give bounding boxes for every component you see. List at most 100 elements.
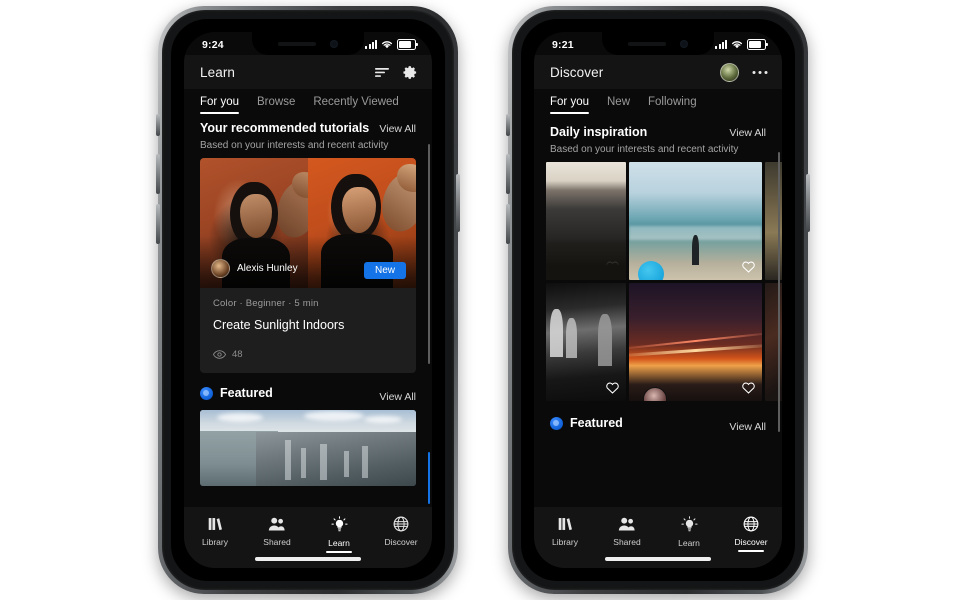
section-subtitle: Based on your interests and recent activ… bbox=[550, 144, 739, 155]
lightbulb-icon bbox=[680, 516, 698, 532]
content-scrollbar[interactable] bbox=[427, 144, 430, 364]
app-bar-actions bbox=[374, 65, 418, 80]
featured-section-header: Featured View All bbox=[184, 373, 432, 403]
featured-title: Featured bbox=[220, 386, 273, 400]
nav-label: Shared bbox=[613, 537, 641, 547]
tab-recently-viewed[interactable]: Recently Viewed bbox=[313, 95, 398, 114]
page-title: Discover bbox=[550, 64, 604, 80]
battery-icon bbox=[747, 39, 768, 50]
building bbox=[344, 451, 350, 478]
mute-switch[interactable] bbox=[156, 114, 160, 136]
nav-shared[interactable]: Shared bbox=[246, 516, 308, 547]
tab-browse[interactable]: Browse bbox=[257, 95, 295, 114]
notch bbox=[252, 32, 364, 55]
tutorial-title: Create Sunlight Indoors bbox=[213, 318, 345, 332]
avatar[interactable] bbox=[643, 387, 667, 401]
sort-filter-icon[interactable] bbox=[374, 65, 390, 79]
heart-icon[interactable] bbox=[742, 261, 755, 273]
home-indicator[interactable] bbox=[605, 557, 711, 561]
tutorial-author[interactable]: Alexis Hunley bbox=[211, 259, 298, 278]
avatar bbox=[211, 259, 230, 278]
view-all-link[interactable]: View All bbox=[729, 127, 766, 139]
views-count: 48 bbox=[232, 349, 243, 360]
featured-image-city[interactable] bbox=[200, 409, 416, 486]
view-all-link[interactable]: View All bbox=[379, 123, 416, 135]
photo-street-bw[interactable] bbox=[546, 283, 626, 401]
heart-icon[interactable] bbox=[606, 261, 619, 273]
content-scrollbar[interactable] bbox=[777, 152, 780, 432]
nav-discover[interactable]: Discover bbox=[370, 516, 432, 547]
recommended-section-header: Your recommended tutorials View All bbox=[184, 114, 432, 135]
status-time: 9:24 bbox=[202, 38, 224, 51]
photo-night-lights[interactable] bbox=[629, 283, 762, 401]
tutorial-card[interactable]: Alexis Hunley New Color · Beginner · 5 m… bbox=[200, 158, 416, 373]
nav-learn[interactable]: Learn bbox=[658, 516, 720, 548]
tab-following[interactable]: Following bbox=[648, 95, 697, 114]
gear-icon[interactable] bbox=[403, 65, 418, 80]
nav-library[interactable]: Library bbox=[184, 516, 246, 547]
featured-section-header: Featured View All bbox=[534, 401, 782, 433]
pedestrian bbox=[566, 318, 577, 359]
featured-title-group: Featured bbox=[200, 386, 273, 400]
power-button[interactable] bbox=[456, 174, 460, 232]
heart-icon[interactable] bbox=[742, 382, 755, 394]
nav-shared[interactable]: Shared bbox=[596, 516, 658, 547]
globe-icon bbox=[393, 516, 409, 532]
more-options-icon[interactable] bbox=[752, 70, 768, 75]
photo-beach-walker[interactable] bbox=[629, 162, 762, 280]
people-shared-icon bbox=[618, 517, 635, 531]
beach-figure bbox=[691, 235, 699, 266]
tutorial-card-body: Color · Beginner · 5 min Create Sunlight… bbox=[200, 288, 416, 373]
volume-up-button[interactable] bbox=[156, 154, 160, 194]
phone-bezel: 9:21 Discover For you New Following Dail… bbox=[521, 19, 795, 581]
daily-section-header: Daily inspiration View All bbox=[534, 114, 782, 139]
home-indicator[interactable] bbox=[255, 557, 361, 561]
grid-column-2 bbox=[629, 162, 762, 401]
nav-label: Learn bbox=[328, 538, 350, 548]
left-phone-screen: 9:24 Learn For you Browse Recently Viewe… bbox=[184, 32, 432, 568]
featured-view-all-link[interactable]: View All bbox=[729, 421, 766, 433]
nav-library[interactable]: Library bbox=[534, 516, 596, 547]
phone-bezel: 9:24 Learn For you Browse Recently Viewe… bbox=[171, 19, 445, 581]
tab-for-you[interactable]: For you bbox=[550, 95, 589, 114]
featured-badge-icon bbox=[550, 416, 563, 430]
wifi-icon bbox=[731, 41, 743, 49]
featured-scrollbar[interactable] bbox=[427, 452, 430, 504]
eye-icon bbox=[213, 350, 226, 359]
page-title: Learn bbox=[200, 64, 236, 80]
accent-circle bbox=[638, 261, 664, 280]
front-camera-icon bbox=[680, 39, 688, 48]
featured-view-all-link[interactable]: View All bbox=[379, 391, 416, 403]
tab-for-you[interactable]: For you bbox=[200, 95, 239, 114]
photo-coastal-cliff[interactable] bbox=[546, 162, 626, 280]
globe-icon bbox=[743, 516, 759, 532]
building bbox=[361, 446, 368, 479]
grid-column-1 bbox=[546, 162, 626, 401]
pedestrian bbox=[550, 308, 563, 357]
earpiece-speaker bbox=[628, 41, 666, 46]
volume-down-button[interactable] bbox=[156, 204, 160, 244]
nav-discover[interactable]: Discover bbox=[720, 516, 782, 547]
mute-switch[interactable] bbox=[506, 114, 510, 136]
new-badge: New bbox=[363, 262, 406, 279]
right-tab-bar: For you New Following bbox=[534, 89, 782, 114]
profile-avatar[interactable] bbox=[720, 62, 739, 82]
right-app-bar: Discover bbox=[534, 55, 782, 89]
nav-learn[interactable]: Learn bbox=[308, 516, 370, 548]
section-subtitle: Based on your interests and recent activ… bbox=[200, 140, 389, 151]
status-icons bbox=[365, 39, 418, 50]
heart-icon[interactable] bbox=[606, 382, 619, 394]
author-name: Alexis Hunley bbox=[237, 263, 298, 274]
wifi-icon bbox=[381, 41, 393, 49]
phone-shell: 9:21 Discover For you New Following Dail… bbox=[512, 10, 804, 590]
volume-down-button[interactable] bbox=[506, 204, 510, 244]
volume-up-button[interactable] bbox=[506, 154, 510, 194]
cloud bbox=[303, 410, 364, 421]
power-button[interactable] bbox=[806, 174, 810, 232]
right-phone-device: 9:21 Discover For you New Following Dail… bbox=[506, 6, 810, 594]
left-phone-device: 9:24 Learn For you Browse Recently Viewe… bbox=[156, 6, 460, 594]
tab-new[interactable]: New bbox=[607, 95, 630, 114]
left-tab-bar: For you Browse Recently Viewed bbox=[184, 89, 432, 114]
cellular-bars-icon bbox=[365, 40, 377, 49]
app-bar-actions bbox=[720, 62, 768, 82]
